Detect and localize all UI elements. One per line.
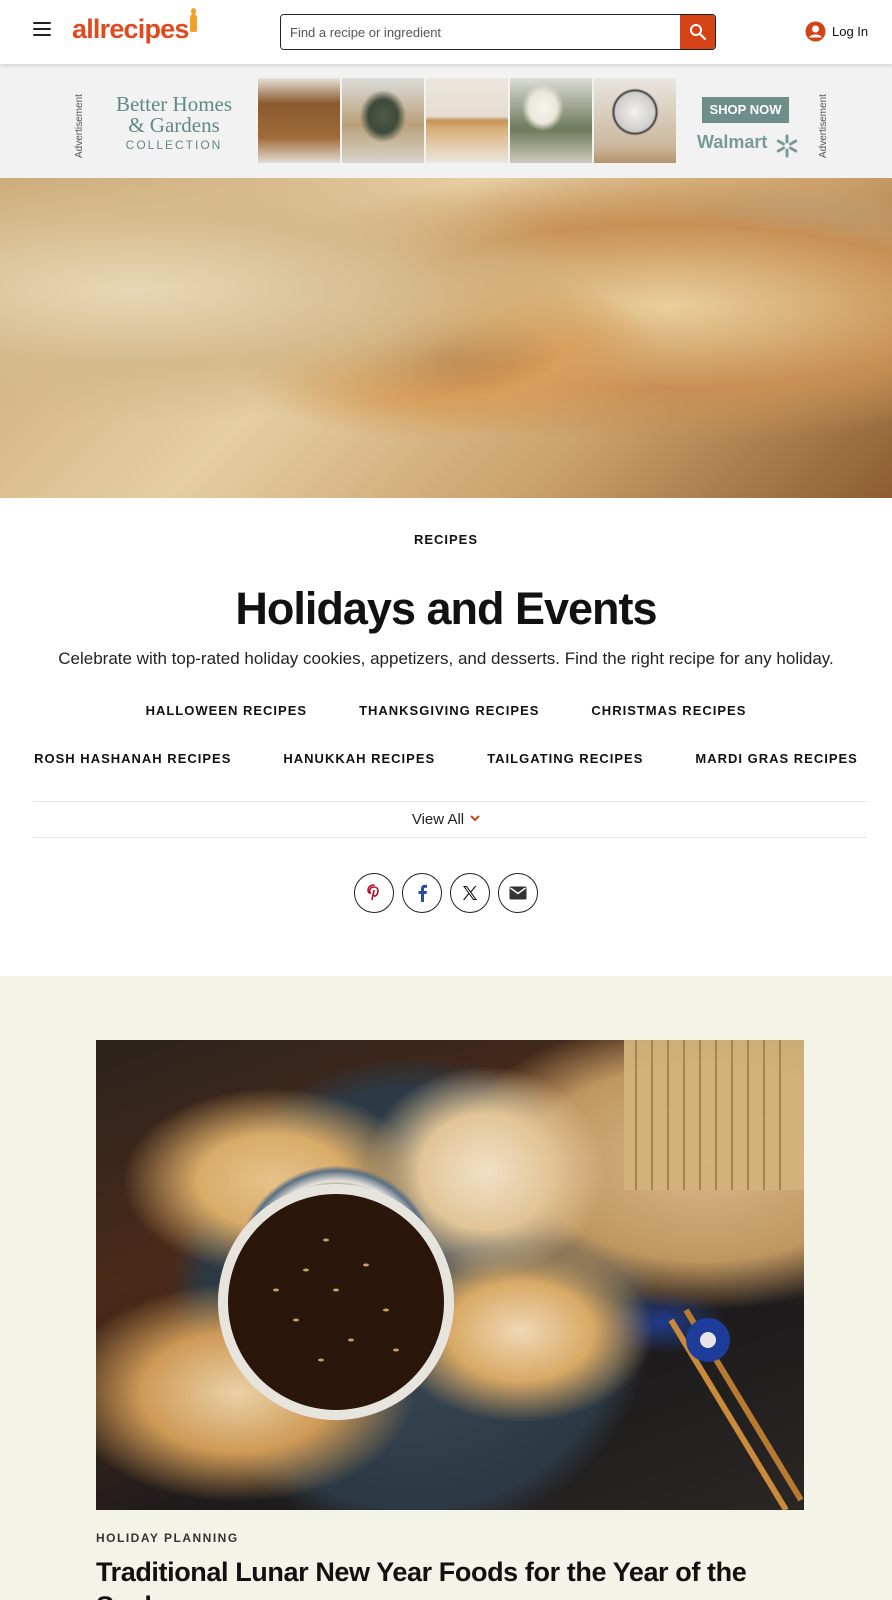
share-facebook-button[interactable] (402, 873, 442, 913)
taxonomy-link-hanukkah[interactable]: HANUKKAH RECIPES (283, 751, 435, 766)
taxonomy-link-mardi-gras[interactable]: MARDI GRAS RECIPES (695, 751, 857, 766)
taxonomy-link-christmas[interactable]: CHRISTMAS RECIPES (591, 703, 746, 718)
ad-brand-logo: Better Homes & Gardens COLLECTION (115, 92, 233, 153)
article-title[interactable]: Traditional Lunar New Year Foods for the… (96, 1555, 816, 1600)
view-all-button[interactable]: View All (0, 811, 892, 828)
search-input[interactable] (281, 15, 681, 49)
email-icon (509, 886, 527, 900)
shop-now-button[interactable]: SHOP NOW (702, 97, 789, 123)
site-logo[interactable]: allrecipes (72, 8, 197, 45)
ad-product-mirror (594, 78, 676, 163)
search-button[interactable] (680, 15, 715, 49)
chevron-down-icon (470, 815, 480, 822)
facebook-icon (418, 884, 428, 902)
taxonomy-link-thanksgiving[interactable]: THANKSGIVING RECIPES (359, 703, 539, 718)
share-x-button[interactable] (450, 873, 490, 913)
taxonomy-link-tailgating[interactable]: TAILGATING RECIPES (487, 751, 643, 766)
share-email-button[interactable] (498, 873, 538, 913)
share-pinterest-button[interactable] (354, 873, 394, 913)
menu-icon[interactable] (33, 22, 53, 38)
spoon-icon (189, 8, 197, 32)
ad-label: Advertisement (74, 94, 85, 158)
breadcrumb[interactable]: RECIPES (0, 532, 892, 547)
ad-product-lamp (510, 78, 592, 163)
view-all-label: View All (411, 811, 465, 828)
login-button[interactable]: Log In (805, 21, 868, 42)
article-kicker: HOLIDAY PLANNING (96, 1531, 239, 1545)
walmart-spark-icon (776, 134, 798, 158)
taxonomy-links-row: ROSH HASHANAH RECIPES HANUKKAH RECIPES T… (0, 751, 892, 766)
search-icon (690, 24, 707, 41)
ad-product-chair (342, 78, 424, 163)
search-bar (280, 14, 716, 50)
hero-image (0, 178, 892, 498)
taxonomy-link-rosh-hashanah[interactable]: ROSH HASHANAH RECIPES (34, 751, 231, 766)
divider (33, 837, 867, 838)
divider (33, 801, 867, 802)
login-label: Log In (832, 24, 869, 39)
page-title: Holidays and Events (235, 583, 657, 634)
ad-product-bookshelf (258, 78, 340, 163)
dumpling-illustration (218, 1040, 804, 1510)
taxonomy-links-row: HALLOWEEN RECIPES THANKSGIVING RECIPES C… (0, 703, 892, 718)
walmart-logo: Walmart (697, 132, 768, 152)
ad-product-images[interactable] (258, 78, 676, 163)
featured-article-image[interactable] (96, 1040, 804, 1510)
user-icon (805, 21, 826, 42)
logo-text: allrecipes (72, 14, 189, 44)
taxonomy-link-halloween[interactable]: HALLOWEEN RECIPES (146, 703, 307, 718)
x-icon (463, 886, 477, 900)
pinterest-icon (367, 884, 379, 901)
ad-label: Advertisement (818, 94, 829, 158)
ad-product-desk (426, 78, 508, 163)
page-description: Celebrate with top-rated holiday cookies… (58, 649, 834, 668)
site-header: allrecipes Log In (0, 0, 892, 64)
